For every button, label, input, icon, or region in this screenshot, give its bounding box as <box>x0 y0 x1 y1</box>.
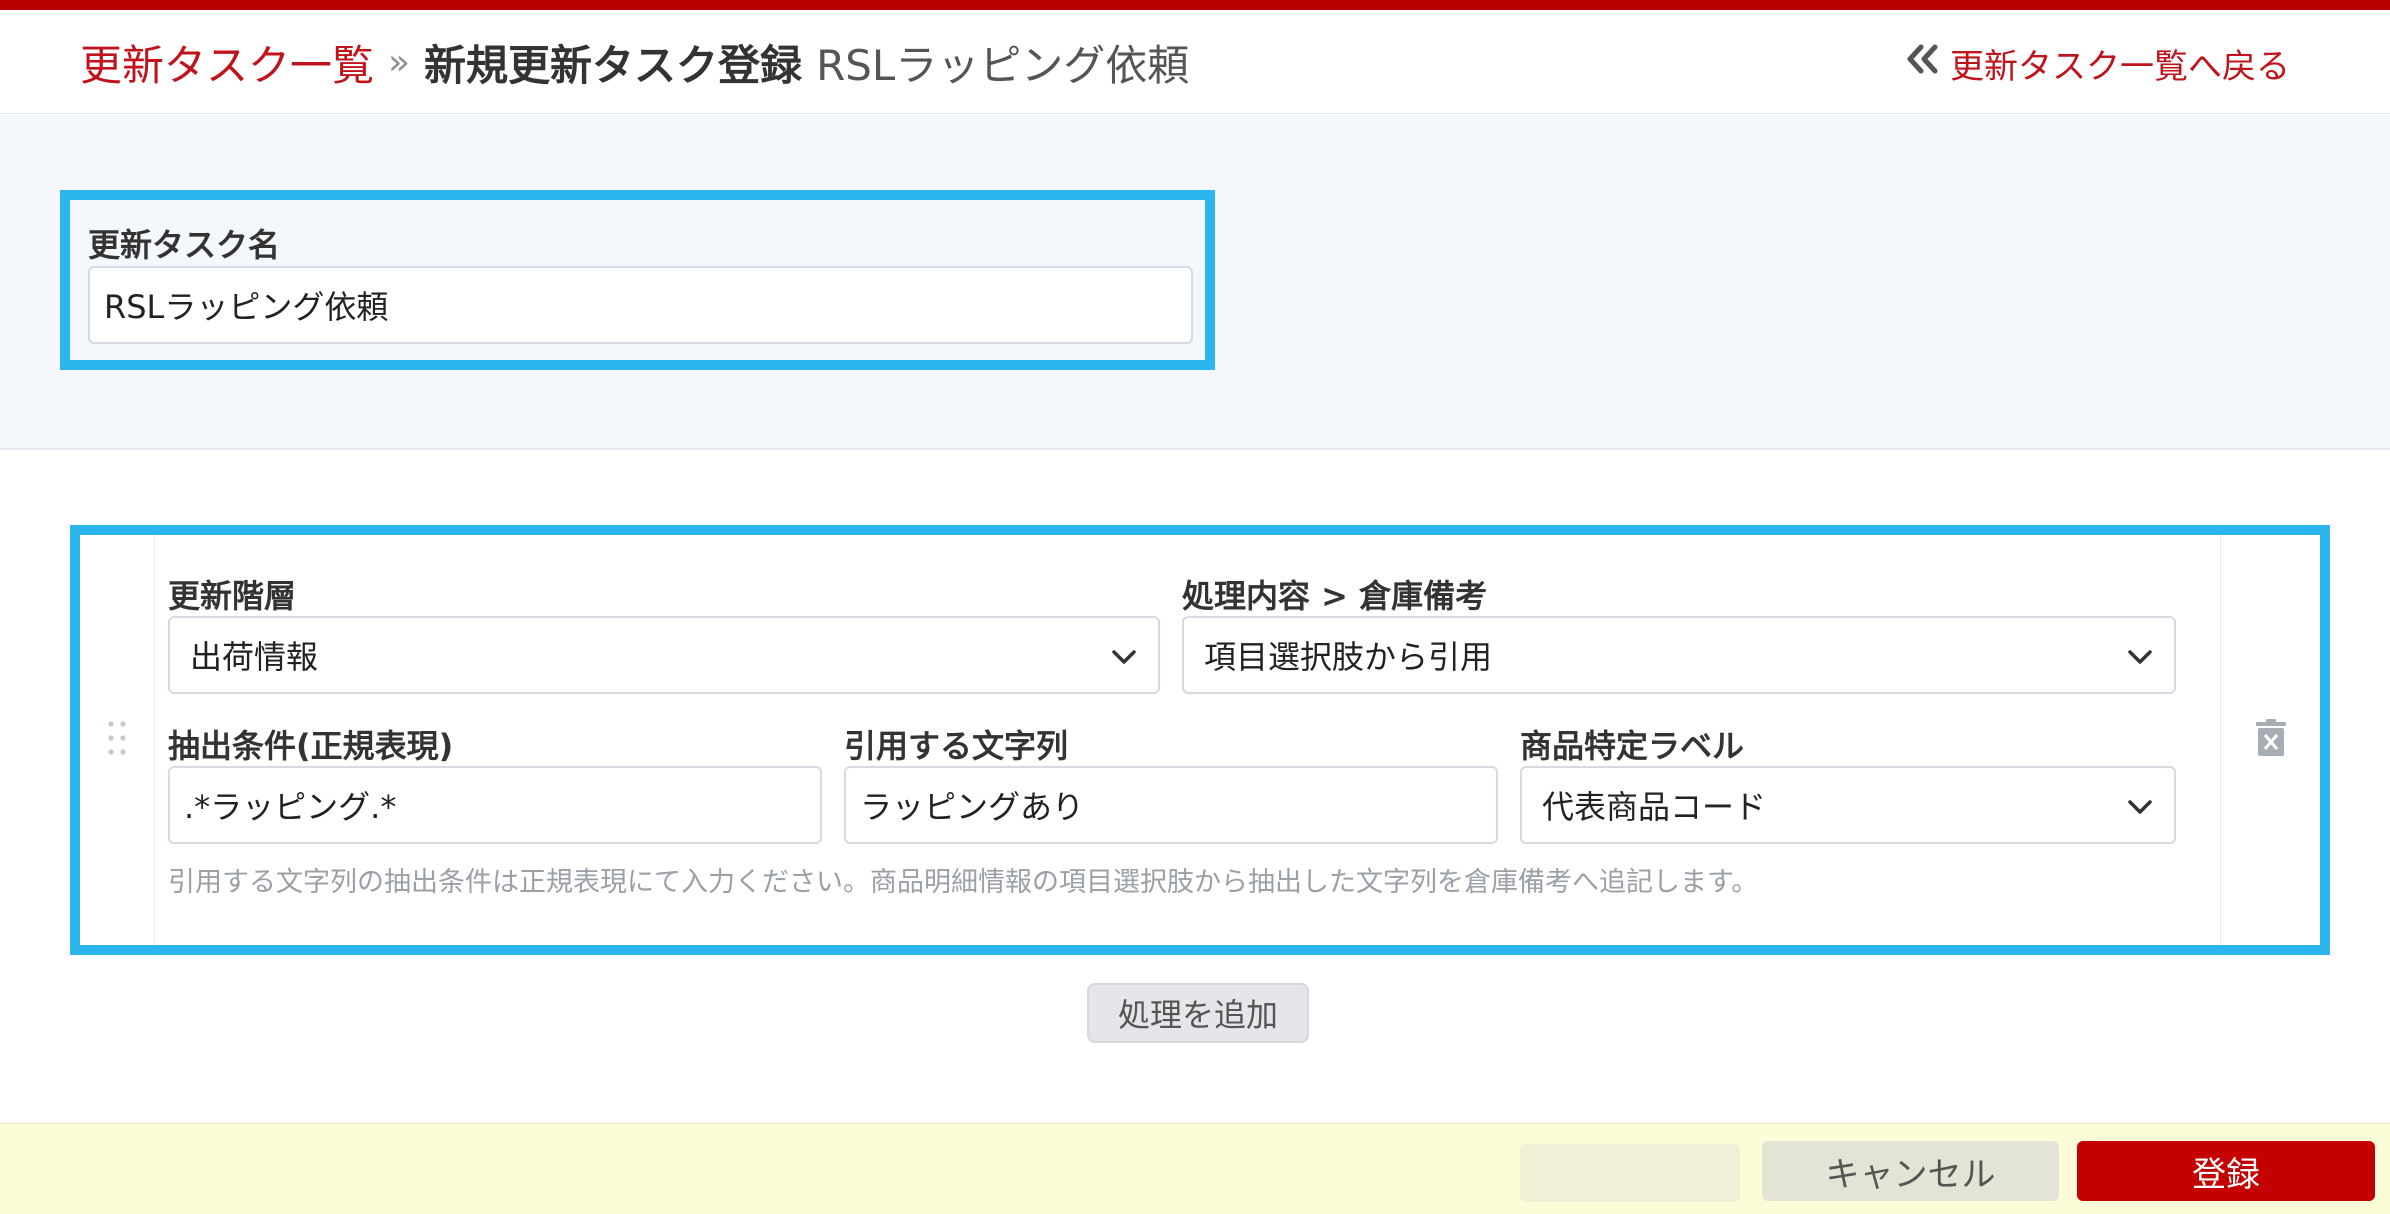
update-level-label: 更新階層 <box>168 577 297 615</box>
task-name-label: 更新タスク名 <box>88 226 281 264</box>
update-level-value: 出荷情報 <box>190 638 319 676</box>
submit-button[interactable]: 登録 <box>2077 1141 2375 1201</box>
task-name-highlight: 更新タスク名 <box>60 190 1215 370</box>
back-link-label: 更新タスク一覧へ戻る <box>1950 46 2290 87</box>
extract-condition-label: 抽出条件(正規表現) <box>168 727 454 765</box>
chevron-down-icon <box>1110 636 1138 674</box>
top-accent-bar <box>0 0 2390 10</box>
product-label-label: 商品特定ラベル <box>1520 727 1745 765</box>
double-chevron-left-icon <box>1904 43 1950 84</box>
chevron-down-icon <box>2126 636 2154 674</box>
process-content-label: 処理内容 > 倉庫備考 <box>1182 577 1488 615</box>
page-title: 新規更新タスク登録 <box>424 40 803 90</box>
quote-string-input[interactable] <box>844 766 1498 844</box>
process-highlight: 更新階層 出荷情報 処理内容 > 倉庫備考 項目選択肢から引用 抽出条件(正規表… <box>70 525 2330 955</box>
drag-handle-icon <box>105 718 129 762</box>
breadcrumb-task-list-link[interactable]: 更新タスク一覧 <box>80 32 374 93</box>
delete-area <box>2220 535 2320 945</box>
breadcrumb-separator: » <box>388 41 411 83</box>
footer-bar: キャンセル 登録 <box>0 1123 2390 1214</box>
add-process-button[interactable]: 処理を追加 <box>1087 983 1309 1043</box>
page-subtitle: RSLラッピング依頼 <box>816 40 1190 90</box>
process-card: 更新階層 出荷情報 処理内容 > 倉庫備考 項目選択肢から引用 抽出条件(正規表… <box>80 535 2320 945</box>
process-content-select[interactable]: 項目選択肢から引用 <box>1182 616 2176 694</box>
update-level-select[interactable]: 出荷情報 <box>168 616 1160 694</box>
blurred-button <box>1520 1144 1740 1202</box>
product-label-value: 代表商品コード <box>1542 788 1767 826</box>
delete-process-button[interactable] <box>2249 718 2293 762</box>
drag-handle[interactable] <box>80 535 155 945</box>
task-name-input[interactable] <box>88 266 1193 344</box>
quote-string-label: 引用する文字列 <box>844 727 1069 765</box>
page-header: 更新タスク一覧 » 新規更新タスク登録 RSLラッピング依頼 更新タスク一覧へ戻… <box>0 10 2390 114</box>
trash-icon <box>2254 719 2288 761</box>
process-content-value: 項目選択肢から引用 <box>1204 638 1493 676</box>
task-name-section: 更新タスク名 <box>0 115 2390 450</box>
breadcrumb: 更新タスク一覧 » 新規更新タスク登録 RSLラッピング依頼 <box>80 32 1189 92</box>
extract-condition-input[interactable] <box>168 766 822 844</box>
cancel-button[interactable]: キャンセル <box>1762 1141 2059 1201</box>
process-hint: 引用する文字列の抽出条件は正規表現にて入力ください。商品明細情報の項目選択肢から… <box>168 867 1759 898</box>
product-label-select[interactable]: 代表商品コード <box>1520 766 2176 844</box>
chevron-down-icon <box>2126 786 2154 824</box>
back-to-list-link[interactable]: 更新タスク一覧へ戻る <box>1904 40 2290 87</box>
